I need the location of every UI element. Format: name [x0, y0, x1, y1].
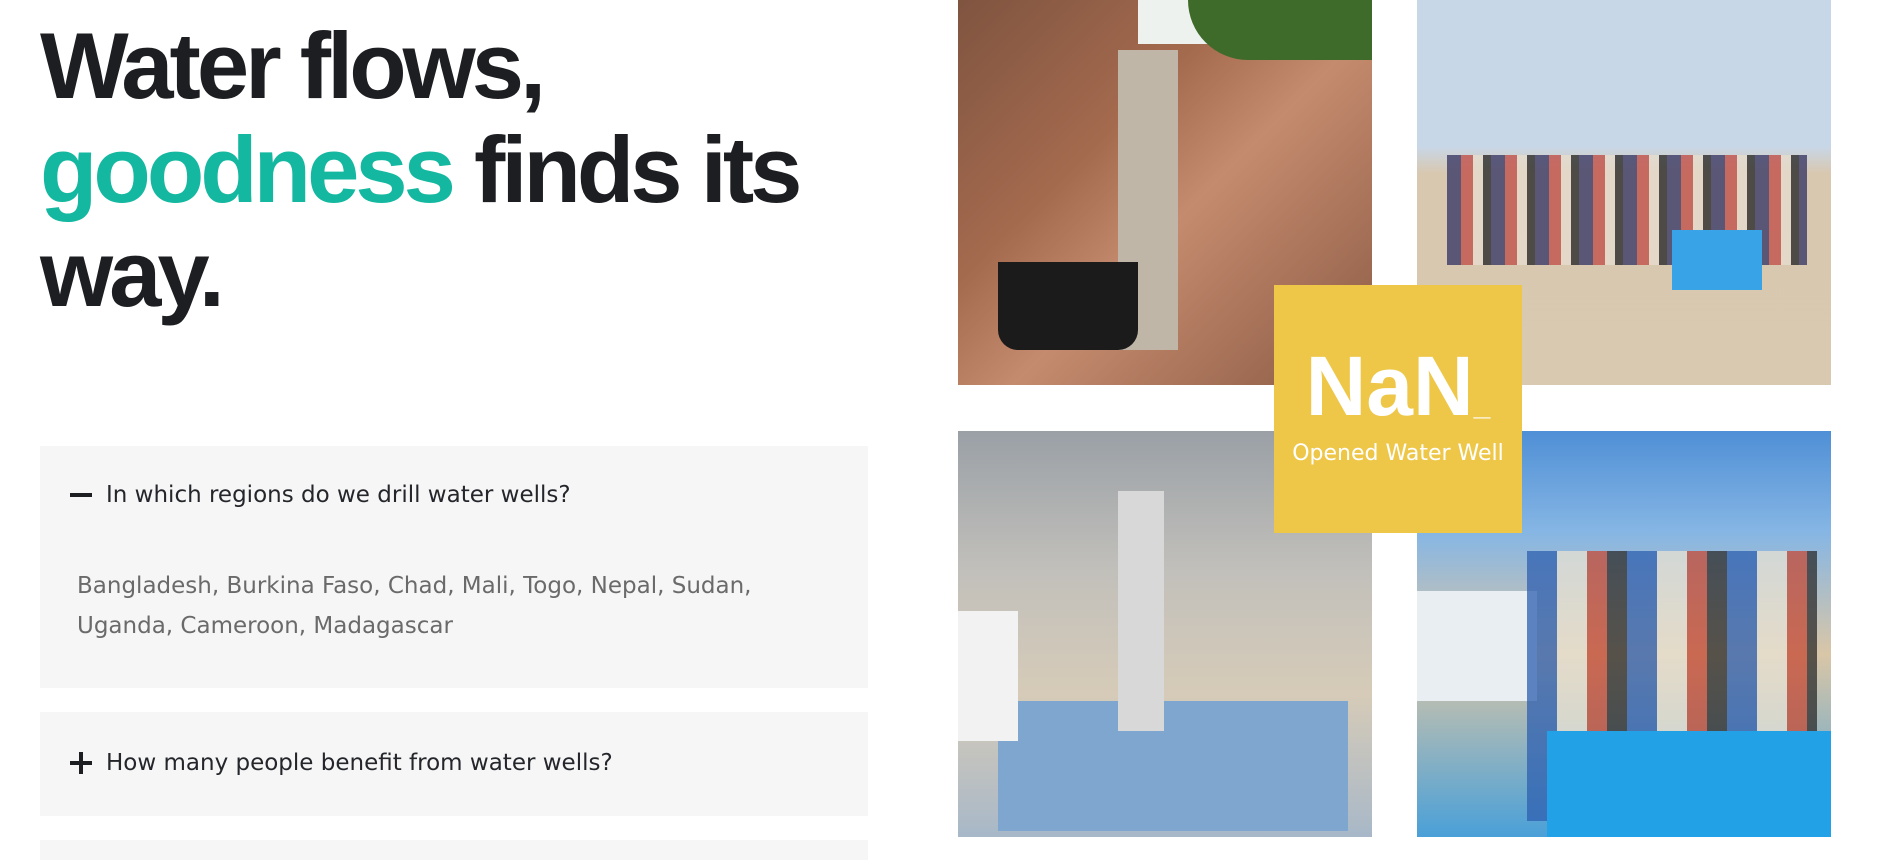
stat-suffix: _ [1473, 389, 1491, 422]
faq-item-regions: In which regions do we drill water wells… [40, 446, 868, 688]
photo-concrete-basin [998, 701, 1348, 831]
photo-donor-sign [1417, 591, 1537, 701]
headline-line-2: finds its [451, 117, 802, 222]
plus-icon[interactable] [70, 752, 92, 774]
headline-accent-word: goodness [40, 117, 456, 222]
photo-hand-pump [1118, 491, 1164, 731]
headline-line-3: way. [40, 221, 225, 326]
faq-question-toggle[interactable]: How many people benefit from water wells… [70, 750, 613, 776]
stat-card-opened-wells: NaN_ Opened Water Well [1274, 285, 1522, 533]
photo-blue-trough [1672, 230, 1762, 290]
stat-value: NaN_ [1274, 341, 1522, 451]
photo-water-tub [998, 262, 1138, 350]
faq-question-text[interactable]: In which regions do we drill water wells… [106, 482, 571, 508]
stat-number: NaN [1305, 339, 1474, 433]
photo-donor-sign [958, 611, 1018, 741]
page-headline: Water flows, goodness finds its way. [40, 14, 840, 326]
faq-question-toggle[interactable]: In which regions do we drill water wells… [70, 482, 571, 508]
faq-item-next[interactable] [40, 840, 868, 860]
headline-line-1: Water flows, [40, 13, 546, 118]
minus-icon[interactable] [70, 484, 92, 506]
stat-label: Opened Water Well [1292, 441, 1504, 466]
photo-blue-well-base [1547, 731, 1831, 837]
faq-question-text[interactable]: How many people benefit from water wells… [106, 750, 613, 776]
faq-item-beneficiaries[interactable]: How many people benefit from water wells… [40, 712, 868, 816]
faq-answer-text: Bangladesh, Burkina Faso, Chad, Mali, To… [77, 573, 752, 639]
photo-tree [1188, 0, 1372, 60]
